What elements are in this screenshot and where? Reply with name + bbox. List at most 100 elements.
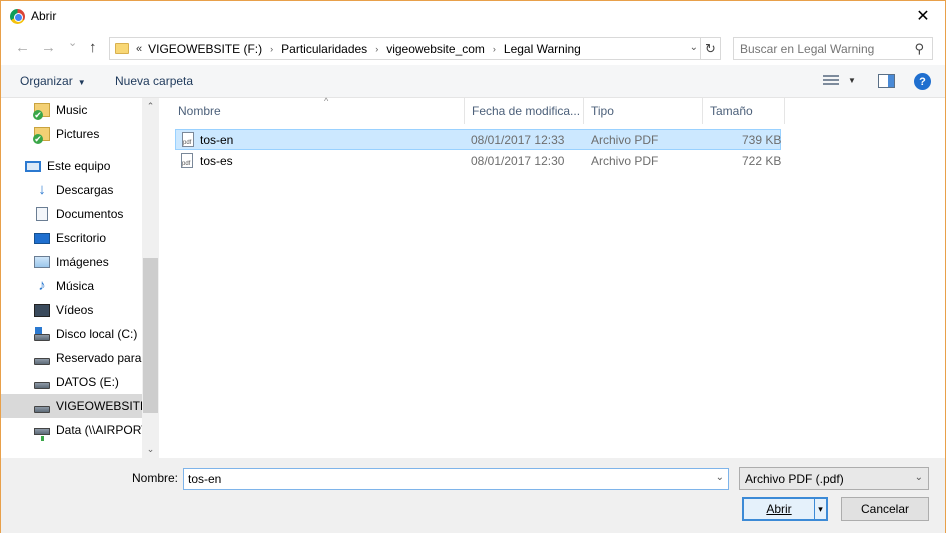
image-icon <box>34 256 50 268</box>
nav-item-label: Documentos <box>56 207 124 221</box>
recent-locations-icon[interactable]: ⌄ <box>68 36 77 49</box>
chevron-down-icon: ⌄ <box>914 472 923 483</box>
column-header-label: Nombre <box>178 104 221 118</box>
column-header-size[interactable]: Tamaño <box>703 98 785 124</box>
search-input[interactable] <box>740 41 910 56</box>
new-folder-button[interactable]: Nueva carpeta <box>115 74 193 88</box>
open-button[interactable]: Abrir ▾ <box>742 497 828 521</box>
address-bar[interactable]: « VIGEOWEBSITE (F:) › Particularidades ›… <box>109 37 721 60</box>
file-type-filter[interactable]: Archivo PDF (.pdf) ⌄ <box>739 467 929 490</box>
nav-item-label: Descargas <box>56 183 114 197</box>
folder-icon <box>115 43 129 54</box>
scroll-down-icon[interactable]: ⌄ <box>142 441 159 458</box>
help-icon[interactable]: ? <box>914 73 931 90</box>
breadcrumb-separator[interactable]: › <box>375 44 378 54</box>
preview-pane-icon[interactable] <box>878 74 895 88</box>
drive-icon <box>34 381 50 389</box>
nav-item-reservado-sistema[interactable]: Reservado para el sistema <box>1 346 142 370</box>
breadcrumb-drive[interactable]: VIGEOWEBSITE (F:) <box>148 42 262 56</box>
computer-icon <box>25 160 41 172</box>
search-icon[interactable]: ⚲ <box>914 41 924 57</box>
file-modified: 08/01/2017 12:33 <box>471 133 565 147</box>
breadcrumb-overflow[interactable]: « <box>136 43 142 55</box>
nav-item-label: Pictures <box>56 127 100 141</box>
file-row-tos-en[interactable]: tos-en 08/01/2017 12:33 Archivo PDF 739 … <box>175 129 781 150</box>
file-modified: 08/01/2017 12:30 <box>471 154 565 168</box>
nav-item-musica[interactable]: ♪ Música <box>1 274 142 298</box>
nav-item-disco-local-c[interactable]: Disco local (C:) <box>1 322 142 346</box>
file-size: 739 KB <box>742 133 782 147</box>
forward-arrow-icon[interactable]: → <box>41 39 56 56</box>
organize-button[interactable]: Organizar ▼ <box>20 74 86 88</box>
breadcrumb-vigeowebsite-com[interactable]: vigeowebsite_com <box>386 42 485 56</box>
file-name-label: Nombre: <box>132 471 179 485</box>
nav-item-label: Data (\\AIRPORT) <box>56 423 142 437</box>
close-button[interactable]: ✕ <box>901 1 945 31</box>
address-row: ← → ⌄ ↑ « VIGEOWEBSITE (F:) › Particular… <box>1 32 945 65</box>
nav-item-vigeowebsite-f[interactable]: VIGEOWEBSITE (F:) <box>1 394 142 418</box>
up-arrow-icon[interactable]: ↑ <box>89 39 97 56</box>
file-type: Archivo PDF <box>591 133 659 147</box>
breadcrumb-separator[interactable]: › <box>493 44 496 54</box>
file-type: Archivo PDF <box>591 154 659 168</box>
nav-item-data-airport[interactable]: Data (\\AIRPORT) <box>1 418 142 442</box>
sort-ascending-icon: ^ <box>324 96 329 106</box>
nav-item-label: Disco local (C:) <box>56 327 138 341</box>
network-drive-icon <box>34 427 50 441</box>
cancel-button[interactable]: Cancelar <box>841 497 929 521</box>
nav-item-label: Vídeos <box>56 303 94 317</box>
dialog-footer: Nombre: ⌄ Archivo PDF (.pdf) ⌄ Abrir ▾ C… <box>1 458 945 533</box>
video-icon <box>34 303 50 317</box>
search-box[interactable]: ⚲ <box>733 37 933 60</box>
library-folder-icon <box>33 127 50 144</box>
breadcrumb-legal-warning[interactable]: Legal Warning <box>504 42 581 56</box>
navigation-scrollbar[interactable]: ⌃ ⌄ <box>142 98 159 458</box>
back-arrow-icon[interactable]: ← <box>15 39 30 56</box>
chevron-down-icon: ▼ <box>77 78 86 87</box>
file-name-input[interactable] <box>188 472 688 486</box>
open-button-label[interactable]: Abrir <box>744 499 814 519</box>
nav-item-videos[interactable]: Vídeos <box>1 298 142 322</box>
scrollbar-thumb[interactable] <box>143 258 158 413</box>
nav-item-datos-e[interactable]: DATOS (E:) <box>1 370 142 394</box>
nav-item-escritorio[interactable]: Escritorio <box>1 226 142 250</box>
file-name: tos-es <box>200 154 233 168</box>
nav-item-imagenes[interactable]: Imágenes <box>1 250 142 274</box>
nav-item-pictures[interactable]: Pictures <box>1 122 142 146</box>
desktop-icon <box>34 232 50 244</box>
file-size: 722 KB <box>742 154 782 168</box>
file-name: tos-en <box>200 133 234 147</box>
file-row-tos-es[interactable]: tos-es 08/01/2017 12:30 Archivo PDF 722 … <box>175 151 781 172</box>
breadcrumb-separator[interactable]: › <box>270 44 273 54</box>
nav-item-documentos[interactable]: Documentos <box>1 202 142 226</box>
nav-item-label: Music <box>56 103 88 117</box>
download-icon: ↓ <box>38 181 46 198</box>
view-options-icon[interactable] <box>823 75 839 87</box>
refresh-icon[interactable]: ↻ <box>700 38 720 59</box>
file-type-filter-value: Archivo PDF (.pdf) <box>745 472 844 486</box>
library-folder-icon <box>33 103 50 120</box>
open-file-dialog: Abrir ✕ ← → ⌄ ↑ « VIGEOWEBSITE (F:) › Pa… <box>0 0 946 533</box>
breadcrumb-particularidades[interactable]: Particularidades <box>281 42 367 56</box>
command-toolbar: Organizar ▼ Nueva carpeta ▼ ? <box>1 65 945 98</box>
music-icon: ♪ <box>38 277 46 294</box>
scroll-up-icon[interactable]: ⌃ <box>142 98 159 115</box>
nav-item-label: VIGEOWEBSITE (F:) <box>56 399 142 413</box>
file-list: Nombre ^ Fecha de modifica... Tipo Tamañ… <box>161 96 945 458</box>
view-dropdown-icon[interactable]: ▼ <box>848 76 856 85</box>
column-header-date[interactable]: Fecha de modifica... <box>465 98 584 124</box>
nav-item-este-equipo[interactable]: Este equipo <box>1 154 142 178</box>
column-header-name[interactable]: Nombre ^ <box>171 96 465 124</box>
window-title: Abrir <box>31 9 57 23</box>
pdf-file-icon <box>181 153 193 168</box>
address-dropdown-icon[interactable]: ⌄ <box>690 42 698 53</box>
file-name-combobox[interactable]: ⌄ <box>183 468 729 490</box>
nav-item-music[interactable]: Music <box>1 98 142 122</box>
nav-item-label: Reservado para el sistema <box>56 351 142 365</box>
drive-icon <box>34 357 50 365</box>
chevron-down-icon[interactable]: ⌄ <box>716 472 724 483</box>
column-header-type[interactable]: Tipo <box>584 98 703 124</box>
chrome-icon <box>10 9 25 24</box>
open-split-dropdown-icon[interactable]: ▾ <box>814 499 826 519</box>
nav-item-descargas[interactable]: ↓ Descargas <box>1 178 142 202</box>
